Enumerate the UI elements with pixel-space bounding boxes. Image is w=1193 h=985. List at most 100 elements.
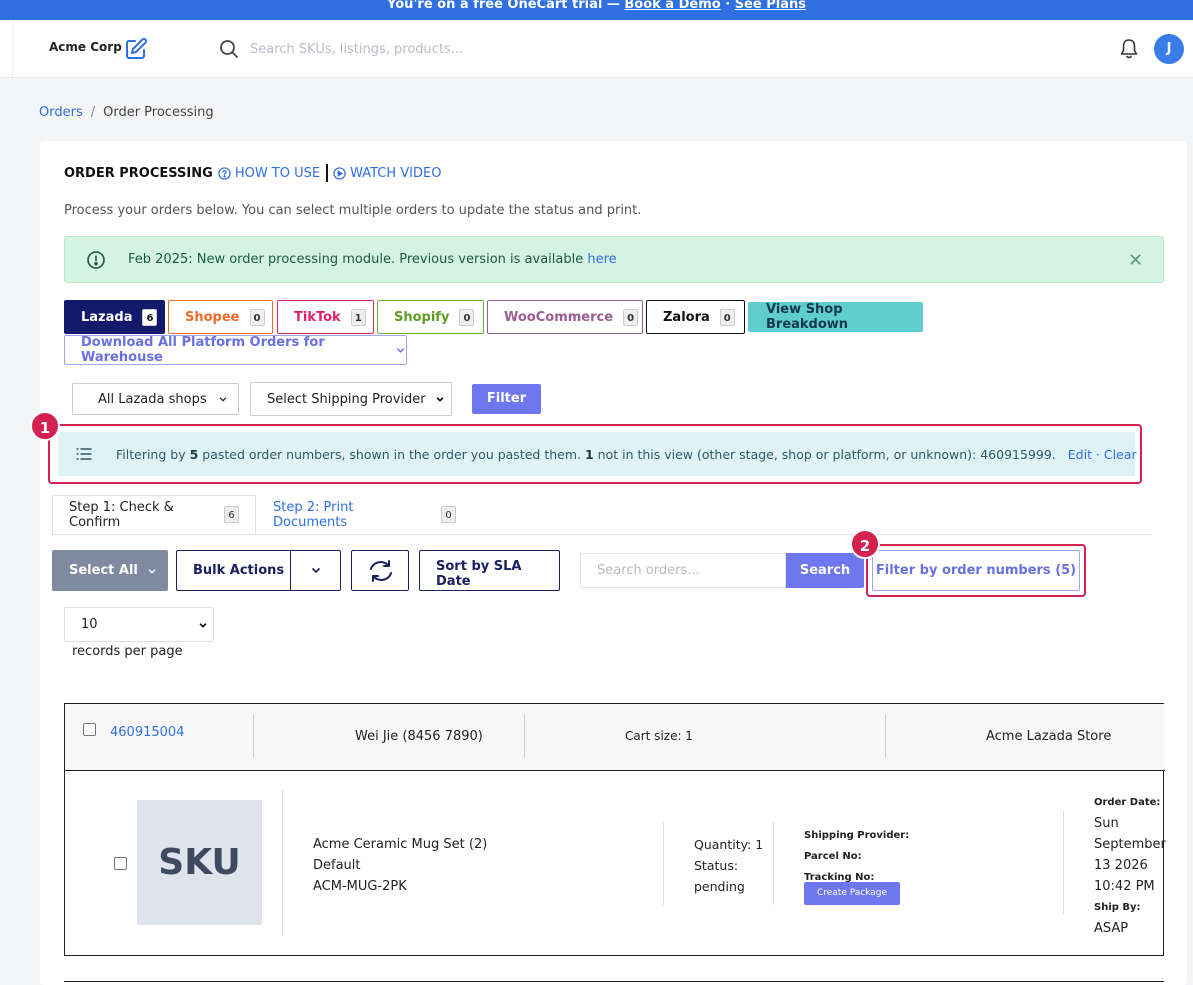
orders-search-button[interactable]: Search [786,553,864,588]
platform-zalora-count: 0 [719,308,735,326]
view-shop-breakdown-button[interactable]: View Shop Breakdown [748,302,923,332]
order-dates: Order Date: Sun September 13 2026 10:42 … [1094,792,1174,939]
platform-shopee-label: Shopee [185,309,240,325]
bulk-actions-label: Bulk Actions [193,563,285,578]
chevron-down-icon[interactable] [310,564,322,576]
product-name: Acme Ceramic Mug Set (2) [313,837,488,852]
info-link-dot: · [1092,447,1104,462]
platform-tiktok[interactable]: TikTok 1 [277,300,374,334]
edit-icon[interactable] [124,37,148,61]
filter-by-order-numbers-button[interactable]: Filter by order numbers (5) [872,550,1080,591]
product-variant: Default [313,858,361,873]
tab-check-confirm-label: Step 1: Check & Confirm [69,499,174,530]
platform-shopify[interactable]: Shopify 0 [377,300,484,334]
tab-print-documents-count: 0 [441,506,456,523]
select-all-button[interactable]: Select All [52,550,168,591]
shipping-provider-value: Select Shipping Provider [267,391,426,407]
header-divider [885,714,886,758]
order-card: 460915004 Wei Jie (8456 7890) Cart size:… [64,703,1166,956]
download-all-button[interactable]: Download All Platform Orders for Warehou… [64,335,407,365]
annotation-badge-2: 2 [850,529,880,559]
quantity-status: Quantity: 1 Status: pending [694,834,763,897]
header-divider [524,714,525,758]
top-header: Acme Corp J [0,20,1193,78]
tabs-divider [52,534,1152,535]
platform-shopee-count: 0 [249,308,265,326]
order-checkbox[interactable] [83,723,96,736]
close-icon[interactable]: ✕ [1128,250,1143,271]
search-icon [220,40,238,58]
help-circle-icon [218,166,231,180]
tab-check-confirm[interactable]: Step 1: Check & Confirm 6 [52,495,256,534]
watch-video-link[interactable]: WATCH VIDEO [333,166,441,181]
see-plans-link[interactable]: See Plans [735,0,806,12]
title-divider [326,164,329,182]
list-icon [76,448,92,460]
global-search-input[interactable] [244,37,644,61]
clear-filter-link[interactable]: Clear [1104,447,1137,462]
download-all-label: Download All Platform Orders for Warehou… [81,335,325,365]
chevron-down-icon [396,348,405,353]
page-title: ORDER PROCESSING [64,165,213,181]
platform-shopify-count: 0 [459,308,475,326]
status-value: pending [694,879,745,894]
item-checkbox[interactable] [114,857,127,870]
next-order-card [64,981,1164,985]
shipping-provider-select[interactable]: Select Shipping Provider [250,382,452,416]
info-count: 5 [189,447,199,462]
annotation-badge-1: 1 [30,411,60,441]
breadcrumb-orders-link[interactable]: Orders [39,105,83,120]
edit-filter-link[interactable]: Edit [1068,447,1092,462]
platform-woocommerce[interactable]: WooCommerce 0 [487,300,643,334]
orders-search-input[interactable] [580,553,786,588]
tab-print-documents[interactable]: Step 2: Print Documents 0 [257,495,472,534]
book-demo-link[interactable]: Book a Demo [624,0,720,12]
ship-by-label: Ship By: [1094,902,1141,913]
company-name: Acme Corp [49,40,122,54]
shop-select-value: All Lazada shops [98,391,207,407]
platform-tiktok-count: 1 [350,308,366,326]
bulk-actions-button[interactable]: Bulk Actions [176,550,341,591]
sort-sla-button[interactable]: Sort by SLA Date [419,550,560,591]
shipping-provider-label: Shipping Provider: [804,830,910,841]
quantity: Quantity: 1 [694,837,764,852]
play-circle-icon [333,166,346,180]
how-to-use-link[interactable]: HOW TO USE [218,166,320,181]
platform-zalora[interactable]: Zalora 0 [646,300,745,334]
shipping-details: Shipping Provider: Parcel No: Tracking N… [804,825,909,888]
filter-button[interactable]: Filter [472,384,541,414]
avatar[interactable]: J [1154,34,1184,64]
records-per-page-select[interactable]: 10 [64,607,214,642]
platform-shopify-label: Shopify [394,309,450,325]
create-package-button[interactable]: Create Package [804,882,900,905]
module-alert: Feb 2025: New order processing module. P… [64,236,1164,283]
shop-select[interactable]: All Lazada shops [72,383,239,415]
product-sku: ACM-MUG-2PK [313,879,407,894]
title-row: ORDER PROCESSING HOW TO USE WATCH VIDEO [64,164,441,182]
ship-by-value: ASAP [1094,921,1129,936]
refresh-icon [370,560,392,582]
order-id-link[interactable]: 460915004 [110,725,184,740]
alert-text-wrap: Feb 2025: New order processing module. P… [128,252,617,267]
product-details: Acme Ceramic Mug Set (2) Default ACM-MUG… [313,834,487,897]
alert-here-link[interactable]: here [587,252,616,267]
item-divider [282,790,283,935]
trial-text: You're on a free OneCart trial — [387,0,625,12]
chevron-down-icon [219,397,226,402]
header-divider [253,714,254,758]
platform-shopee[interactable]: Shopee 0 [168,300,273,334]
alert-circle-icon [87,251,105,269]
tab-check-confirm-count: 6 [224,506,239,523]
item-divider [1063,810,1064,915]
order-date-day: Sun [1094,816,1119,831]
info-missing-count: 1 [584,447,594,462]
refresh-button[interactable] [351,550,409,591]
product-image-placeholder: SKU [137,800,262,925]
bulk-actions-split [290,551,291,590]
bell-icon[interactable] [1119,38,1139,60]
platform-tiktok-label: TikTok [294,309,341,325]
order-header: 460915004 Wei Jie (8456 7890) Cart size:… [65,704,1165,771]
platform-lazada[interactable]: Lazada 6 [64,300,165,334]
records-per-page-label: records per page [72,644,183,659]
customer-name: Wei Jie (8456 7890) [355,729,483,744]
